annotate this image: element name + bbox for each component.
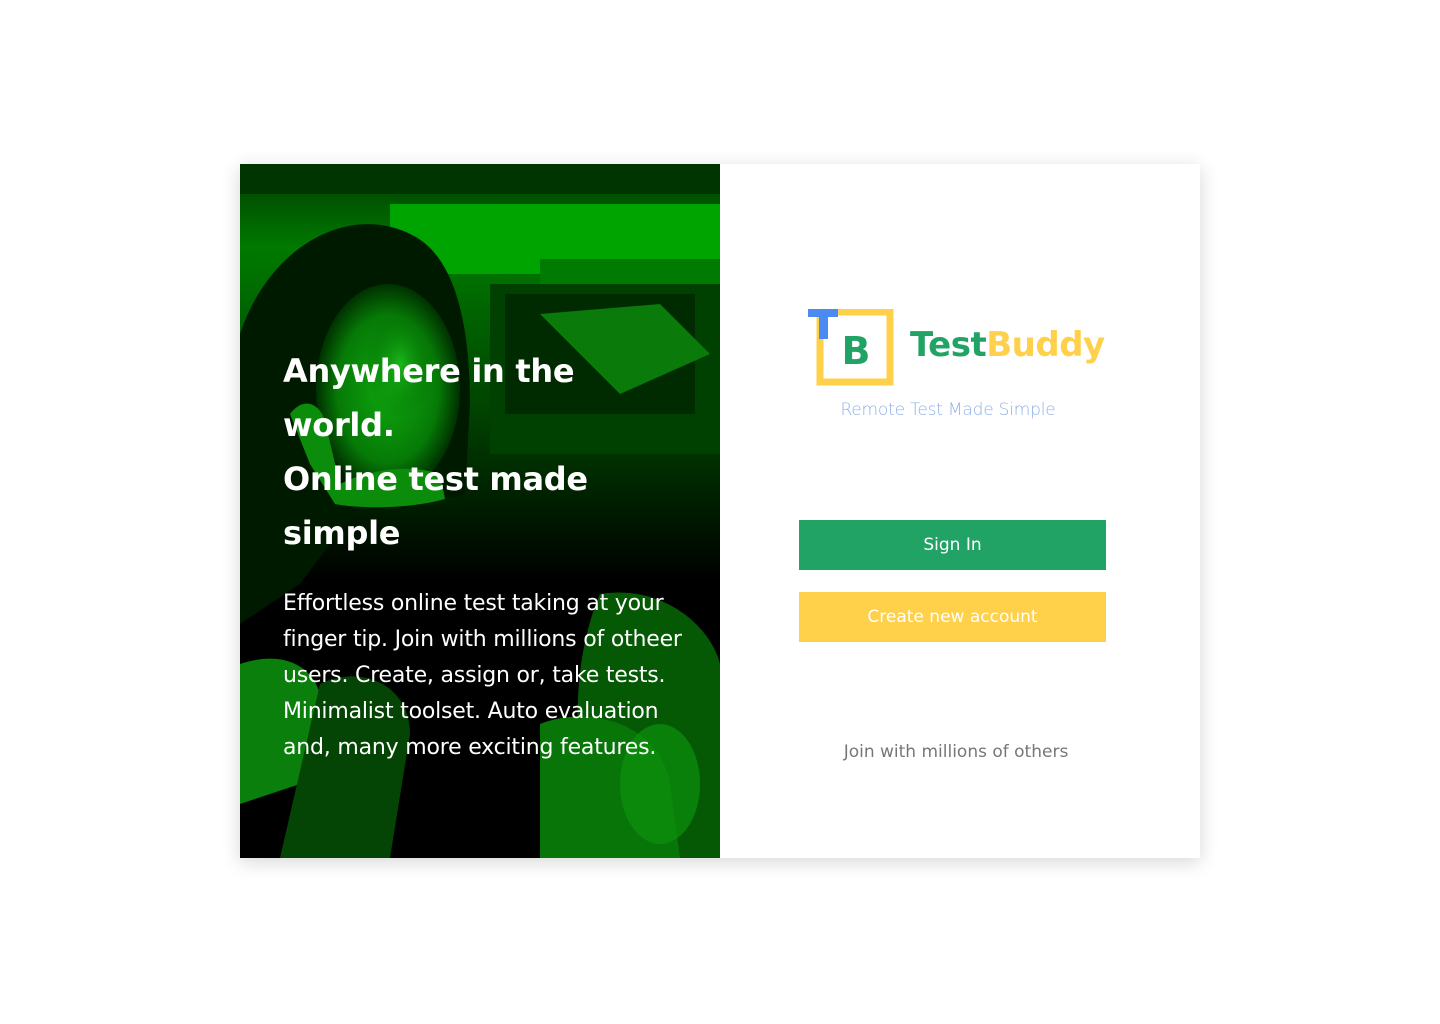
testbuddy-logo-icon: B — [808, 309, 894, 386]
hero-headline-line2: Online test made simple — [283, 460, 588, 552]
hero-description: Effortless online test taking at your fi… — [283, 591, 682, 760]
brand-tagline: Remote Test Made Simple — [840, 400, 1056, 420]
hero-panel: Anywhere in the world. Online test made … — [240, 164, 720, 858]
hero-headline: Anywhere in the world. Online test made … — [283, 344, 683, 560]
hero-text: Anywhere in the world. Online test made … — [283, 344, 683, 766]
welcome-card: Anywhere in the world. Online test made … — [240, 164, 1200, 858]
auth-panel: B TestBuddy Remote Test Made Simple Sign… — [720, 164, 1200, 858]
sign-in-button[interactable]: Sign In — [799, 520, 1106, 570]
hero-headline-line1: Anywhere in the world. — [283, 352, 575, 444]
logo-letter-b: B — [842, 329, 871, 373]
brand-name: TestBuddy — [910, 325, 1105, 365]
brand-name-test: Test — [910, 325, 987, 365]
brand-name-buddy: Buddy — [986, 325, 1105, 365]
create-account-button[interactable]: Create new account — [799, 592, 1106, 642]
brand-logo: B TestBuddy — [808, 309, 1108, 389]
join-text: Join with millions of others — [843, 742, 1069, 762]
